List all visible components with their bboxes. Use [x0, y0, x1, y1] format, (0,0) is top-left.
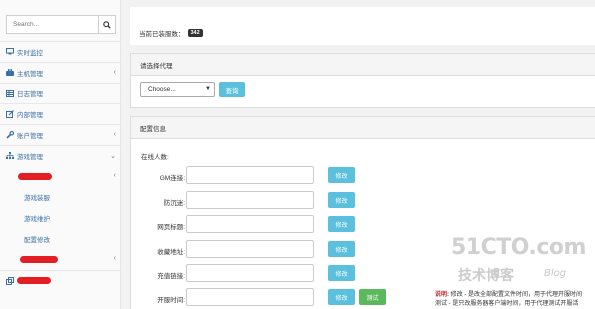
sidebar-nav: 实时监控 主机管理 ‹ 日志管理 内部管理 账户管理 ‹ 游戏管理 ⌄ ‹ 游戏… — [0, 41, 121, 291]
wrench-icon — [6, 131, 14, 139]
watermark: 51CTO.com 技术博客 Blog — [440, 235, 590, 295]
note-line-2: 测试 - 是只改服务器客户端时间，用于代理测试开服活 — [435, 301, 579, 307]
redaction-mark — [20, 255, 58, 263]
recharge-link-edit-button[interactable]: 修改 — [328, 265, 355, 281]
open-time-label: 开服时间: — [157, 297, 185, 304]
chevron-left-icon: ‹ — [113, 68, 116, 76]
anti-addiction-label: 防沉迷: — [163, 200, 185, 207]
recharge-link-field[interactable] — [186, 264, 314, 282]
sidebar-item-label: 日志管理 — [17, 91, 43, 99]
installed-label: 当前已装服数： — [139, 31, 185, 38]
sidebar-item-game-management[interactable]: 游戏管理 ⌄ — [0, 144, 121, 166]
proxy-panel-title: 请选择代理 — [131, 54, 595, 76]
sidebar-item-label: 游戏管理 — [17, 153, 43, 161]
sidebar-item-redacted-2[interactable]: ‹ — [0, 249, 121, 270]
sidebar-item-redacted-3[interactable] — [0, 269, 121, 291]
gm-connect-field[interactable] — [186, 166, 314, 184]
bookmark-url-field[interactable] — [186, 240, 314, 258]
search-input[interactable] — [6, 15, 98, 34]
chevron-left-icon: ‹ — [113, 171, 116, 179]
chevron-left-icon: ‹ — [113, 254, 116, 262]
config-panel-title: 配置信息 — [131, 117, 595, 139]
sidebar-item-redacted-1[interactable]: ‹ — [0, 166, 121, 187]
sidebar-subitem-game-install[interactable]: 游戏装服 — [0, 187, 121, 208]
sidebar-item-realtime-monitor[interactable]: 实时监控 — [0, 41, 121, 62]
copy-icon — [6, 276, 14, 285]
open-time-edit-button[interactable]: 修改 — [328, 289, 355, 305]
sidebar-item-host-management[interactable]: 主机管理 ‹ — [0, 61, 121, 83]
hosts-icon — [6, 69, 14, 77]
page-title-field[interactable] — [186, 215, 314, 233]
installed-count-badge: 342 — [187, 29, 203, 37]
sidebar-item-account-management[interactable]: 账户管理 ‹ — [0, 124, 121, 145]
sidebar-item-internal-management[interactable]: 内部管理 — [0, 103, 121, 124]
watermark-blog-cn: 技术博客 — [458, 268, 514, 284]
redaction-mark — [18, 172, 52, 180]
gm-connect-edit-button[interactable]: 修改 — [328, 167, 355, 183]
dropdown-caret-icon: ▼ — [205, 86, 211, 92]
search-button[interactable] — [98, 15, 116, 34]
anti-addiction-edit-button[interactable]: 修改 — [328, 192, 355, 208]
watermark-blog: Blog — [544, 268, 567, 279]
sidebar-item-log-management[interactable]: 日志管理 — [0, 82, 121, 104]
page-title-edit-button[interactable]: 修改 — [328, 216, 355, 232]
sidebar-item-label: 内部管理 — [17, 112, 43, 120]
redaction-mark — [17, 277, 51, 285]
search-box — [6, 15, 116, 34]
sidebar-item-label: 实时监控 — [17, 49, 43, 57]
sidebar-subitem-config-edit[interactable]: 配置修改 — [0, 228, 121, 249]
log-icon — [6, 89, 14, 97]
chevron-down-icon: ⌄ — [110, 152, 116, 160]
bookmark-url-edit-button[interactable]: 修改 — [328, 241, 355, 257]
sidebar-item-label: 账户管理 — [17, 133, 43, 141]
monitor-icon — [6, 48, 14, 56]
installed-count-line: 当前已装服数： 342 — [139, 28, 203, 38]
watermark-site: 51CTO.com — [451, 235, 586, 260]
query-button[interactable]: 查询 — [219, 82, 245, 97]
online-count-label: 在线人数: — [141, 154, 169, 161]
bookmark-url-label: 收藏地址: — [157, 249, 185, 256]
page-title-label: 网页标题: — [157, 224, 185, 231]
recharge-link-label: 充值链接: — [157, 273, 185, 280]
installed-bar: 当前已装服数： 342 — [130, 7, 595, 45]
proxy-panel: 请选择代理 Choose... ▼ 查询 — [130, 53, 595, 108]
open-time-field[interactable] — [186, 288, 314, 306]
chevron-left-icon: ‹ — [113, 131, 116, 139]
proxy-select[interactable]: Choose... ▼ — [140, 82, 215, 97]
gm-connect-label: GM连接: — [159, 175, 185, 182]
search-icon — [103, 20, 111, 29]
edit-icon — [6, 110, 14, 119]
open-time-test-button[interactable]: 测试 — [359, 289, 386, 305]
sidebar: 实时监控 主机管理 ‹ 日志管理 内部管理 账户管理 ‹ — [0, 0, 121, 309]
sitemap-icon — [6, 152, 14, 160]
anti-addiction-field[interactable] — [186, 191, 314, 209]
sidebar-item-label: 主机管理 — [17, 70, 43, 78]
sidebar-subitem-game-maintenance[interactable]: 游戏维护 — [0, 207, 121, 228]
